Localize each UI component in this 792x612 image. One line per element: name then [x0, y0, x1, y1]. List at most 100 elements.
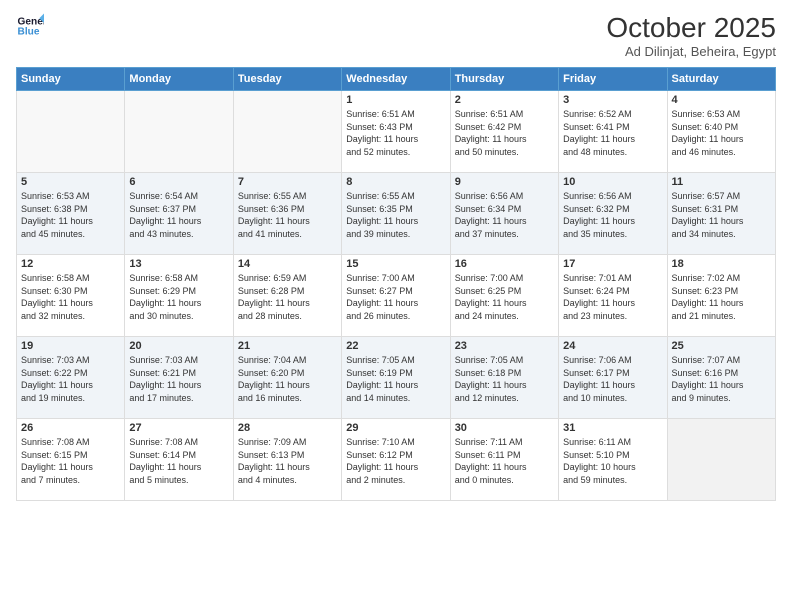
day-number: 20 — [129, 340, 228, 352]
calendar-cell: 29 Sunrise: 7:10 AMSunset: 6:12 PMDayligh… — [342, 419, 450, 501]
day-number: 7 — [238, 176, 337, 188]
calendar-week-row: 12 Sunrise: 6:58 AMSunset: 6:30 PMDayligh… — [17, 255, 776, 337]
logo-icon: General Blue — [16, 12, 44, 40]
cell-content: Sunrise: 7:09 AMSunset: 6:13 PMDaylight:… — [238, 436, 337, 486]
day-number: 28 — [238, 422, 337, 434]
day-number: 25 — [672, 340, 771, 352]
cell-content: Sunrise: 7:08 AMSunset: 6:15 PMDaylight:… — [21, 436, 120, 486]
month-title: October 2025 — [606, 12, 776, 44]
day-number: 17 — [563, 258, 662, 270]
day-number: 22 — [346, 340, 445, 352]
day-number: 3 — [563, 94, 662, 106]
day-number: 4 — [672, 94, 771, 106]
day-number: 30 — [455, 422, 554, 434]
cell-content: Sunrise: 6:59 AMSunset: 6:28 PMDaylight:… — [238, 272, 337, 322]
calendar-week-row: 26 Sunrise: 7:08 AMSunset: 6:15 PMDayligh… — [17, 419, 776, 501]
cell-content: Sunrise: 7:04 AMSunset: 6:20 PMDaylight:… — [238, 354, 337, 404]
day-number: 1 — [346, 94, 445, 106]
calendar-cell: 4 Sunrise: 6:53 AMSunset: 6:40 PMDaylight… — [667, 91, 775, 173]
cell-content: Sunrise: 6:58 AMSunset: 6:29 PMDaylight:… — [129, 272, 228, 322]
day-header-monday: Monday — [125, 68, 233, 91]
day-header-wednesday: Wednesday — [342, 68, 450, 91]
cell-content: Sunrise: 7:08 AMSunset: 6:14 PMDaylight:… — [129, 436, 228, 486]
cell-content: Sunrise: 6:55 AMSunset: 6:35 PMDaylight:… — [346, 190, 445, 240]
day-number: 16 — [455, 258, 554, 270]
day-header-friday: Friday — [559, 68, 667, 91]
calendar-cell — [17, 91, 125, 173]
day-number: 6 — [129, 176, 228, 188]
day-number: 13 — [129, 258, 228, 270]
calendar-cell: 17 Sunrise: 7:01 AMSunset: 6:24 PMDayligh… — [559, 255, 667, 337]
calendar-cell: 30 Sunrise: 7:11 AMSunset: 6:11 PMDayligh… — [450, 419, 558, 501]
title-block: October 2025 Ad Dilinjat, Beheira, Egypt — [606, 12, 776, 59]
calendar-cell: 2Sunrise: 6:51 AMSunset: 6:42 PMDaylight… — [450, 91, 558, 173]
cell-content: Sunrise: 7:11 AMSunset: 6:11 PMDaylight:… — [455, 436, 554, 486]
cell-content: Sunrise: 6:56 AMSunset: 6:32 PMDaylight:… — [563, 190, 662, 240]
day-number: 8 — [346, 176, 445, 188]
day-number: 23 — [455, 340, 554, 352]
cell-content: Sunrise: 7:05 AMSunset: 6:19 PMDaylight:… — [346, 354, 445, 404]
cell-content: Sunrise: 6:56 AMSunset: 6:34 PMDaylight:… — [455, 190, 554, 240]
cell-content: Sunrise: 6:11 AMSunset: 5:10 PMDaylight:… — [563, 436, 662, 486]
cell-content: Sunrise: 7:01 AMSunset: 6:24 PMDaylight:… — [563, 272, 662, 322]
day-number: 26 — [21, 422, 120, 434]
day-number: 11 — [672, 176, 771, 188]
cell-content: Sunrise: 6:57 AMSunset: 6:31 PMDaylight:… — [672, 190, 771, 240]
day-number: 14 — [238, 258, 337, 270]
calendar-cell — [125, 91, 233, 173]
page: General Blue October 2025 Ad Dilinjat, B… — [0, 0, 792, 612]
calendar-cell: 11 Sunrise: 6:57 AMSunset: 6:31 PMDayligh… — [667, 173, 775, 255]
cell-content: Sunrise: 7:03 AMSunset: 6:22 PMDaylight:… — [21, 354, 120, 404]
calendar-week-row: 5Sunrise: 6:53 AMSunset: 6:38 PMDaylight… — [17, 173, 776, 255]
day-number: 29 — [346, 422, 445, 434]
day-number: 21 — [238, 340, 337, 352]
calendar-week-row: 19 Sunrise: 7:03 AMSunset: 6:22 PMDayligh… — [17, 337, 776, 419]
cell-content: Sunrise: 6:53 AMSunset: 6:40 PMDaylight:… — [672, 108, 771, 158]
cell-content: Sunrise: 7:03 AMSunset: 6:21 PMDaylight:… — [129, 354, 228, 404]
calendar-cell: 12 Sunrise: 6:58 AMSunset: 6:30 PMDayligh… — [17, 255, 125, 337]
day-header-thursday: Thursday — [450, 68, 558, 91]
day-header-sunday: Sunday — [17, 68, 125, 91]
location: Ad Dilinjat, Beheira, Egypt — [606, 44, 776, 59]
calendar-cell: 9Sunrise: 6:56 AMSunset: 6:34 PMDaylight… — [450, 173, 558, 255]
calendar-cell: 18Sunrise: 7:02 AMSunset: 6:23 PMDayligh… — [667, 255, 775, 337]
calendar-cell: 5Sunrise: 6:53 AMSunset: 6:38 PMDaylight… — [17, 173, 125, 255]
day-number: 15 — [346, 258, 445, 270]
calendar-cell: 25Sunrise: 7:07 AMSunset: 6:16 PMDayligh… — [667, 337, 775, 419]
cell-content: Sunrise: 6:51 AMSunset: 6:42 PMDaylight:… — [455, 108, 554, 158]
header: General Blue October 2025 Ad Dilinjat, B… — [16, 12, 776, 59]
day-number: 31 — [563, 422, 662, 434]
day-number: 12 — [21, 258, 120, 270]
calendar-cell: 21 Sunrise: 7:04 AMSunset: 6:20 PMDayligh… — [233, 337, 341, 419]
calendar-cell: 20 Sunrise: 7:03 AMSunset: 6:21 PMDayligh… — [125, 337, 233, 419]
cell-content: Sunrise: 7:10 AMSunset: 6:12 PMDaylight:… — [346, 436, 445, 486]
cell-content: Sunrise: 7:05 AMSunset: 6:18 PMDaylight:… — [455, 354, 554, 404]
day-number: 19 — [21, 340, 120, 352]
cell-content: Sunrise: 6:54 AMSunset: 6:37 PMDaylight:… — [129, 190, 228, 240]
calendar-cell — [233, 91, 341, 173]
calendar-cell: 10 Sunrise: 6:56 AMSunset: 6:32 PMDayligh… — [559, 173, 667, 255]
cell-content: Sunrise: 6:53 AMSunset: 6:38 PMDaylight:… — [21, 190, 120, 240]
day-header-tuesday: Tuesday — [233, 68, 341, 91]
calendar-cell: 16 Sunrise: 7:00 AMSunset: 6:25 PMDayligh… — [450, 255, 558, 337]
cell-content: Sunrise: 7:00 AMSunset: 6:27 PMDaylight:… — [346, 272, 445, 322]
logo: General Blue — [16, 12, 44, 40]
cell-content: Sunrise: 7:00 AMSunset: 6:25 PMDaylight:… — [455, 272, 554, 322]
calendar-cell: 6 Sunrise: 6:54 AMSunset: 6:37 PMDaylight… — [125, 173, 233, 255]
calendar-cell: 27Sunrise: 7:08 AMSunset: 6:14 PMDayligh… — [125, 419, 233, 501]
day-number: 10 — [563, 176, 662, 188]
cell-content: Sunrise: 7:02 AMSunset: 6:23 PMDaylight:… — [672, 272, 771, 322]
cell-content: Sunrise: 6:58 AMSunset: 6:30 PMDaylight:… — [21, 272, 120, 322]
calendar-cell: 24Sunrise: 7:06 AMSunset: 6:17 PMDayligh… — [559, 337, 667, 419]
cell-content: Sunrise: 6:51 AMSunset: 6:43 PMDaylight:… — [346, 108, 445, 158]
calendar-week-row: 1 Sunrise: 6:51 AMSunset: 6:43 PMDaylight… — [17, 91, 776, 173]
calendar-cell — [667, 419, 775, 501]
calendar-header-row: SundayMondayTuesdayWednesdayThursdayFrid… — [17, 68, 776, 91]
cell-content: Sunrise: 7:06 AMSunset: 6:17 PMDaylight:… — [563, 354, 662, 404]
calendar-cell: 13 Sunrise: 6:58 AMSunset: 6:29 PMDayligh… — [125, 255, 233, 337]
calendar-cell: 19 Sunrise: 7:03 AMSunset: 6:22 PMDayligh… — [17, 337, 125, 419]
calendar-cell: 28 Sunrise: 7:09 AMSunset: 6:13 PMDayligh… — [233, 419, 341, 501]
calendar-cell: 26 Sunrise: 7:08 AMSunset: 6:15 PMDayligh… — [17, 419, 125, 501]
calendar-table: SundayMondayTuesdayWednesdayThursdayFrid… — [16, 67, 776, 501]
calendar-cell: 8 Sunrise: 6:55 AMSunset: 6:35 PMDaylight… — [342, 173, 450, 255]
